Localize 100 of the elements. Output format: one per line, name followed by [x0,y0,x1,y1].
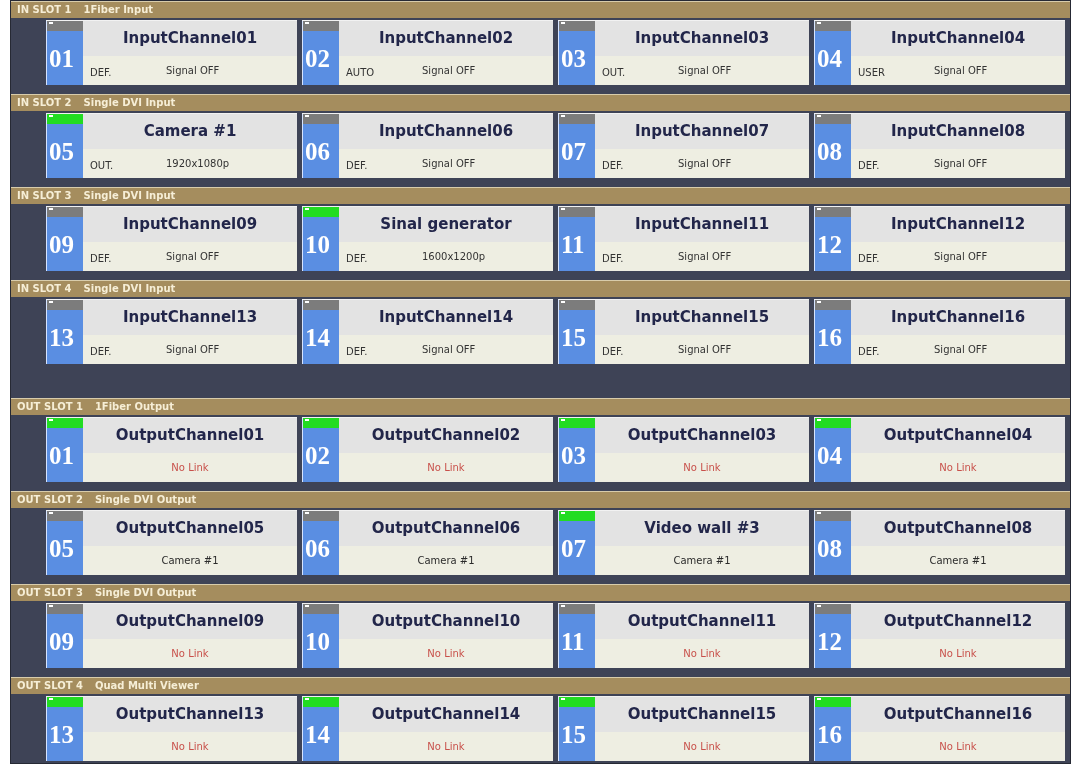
channel-card[interactable]: 04 InputChannel04 USER Signal OFF [814,20,1065,85]
channel-card[interactable]: 05 Camera #1 OUT. 1920x1080p [46,113,297,178]
channel-name: OutputChannel08 [883,521,1033,536]
channel-card[interactable]: 03 InputChannel03 OUT. Signal OFF [558,20,809,85]
channel-name: InputChannel09 [122,217,258,232]
channel-name: InputChannel03 [634,31,770,46]
channel-name: OutputChannel02 [371,428,521,443]
channel-card[interactable]: 02 InputChannel02 AUTO Signal OFF [302,20,553,85]
slot-module: Single DVI Output [94,495,197,505]
channel-number: 05 [49,535,74,561]
channel-card[interactable]: 12 OutputChannel12 No Link [814,603,1065,668]
channel-name: InputChannel06 [378,124,514,139]
slot-label: IN SLOT 2 [17,98,72,108]
channel-number: 07 [561,138,586,164]
channel-name: Sinal generator [380,217,512,232]
channel-mode: DEF. [346,159,368,171]
channel-number: 15 [561,324,586,350]
channel-number: 02 [305,442,330,468]
channel-mode: DEF. [90,345,112,357]
slot-label: IN SLOT 4 [17,284,72,294]
channel-status: No Link [427,741,465,752]
channel-card[interactable]: 02 OutputChannel02 No Link [302,417,553,482]
channel-card[interactable]: 01 InputChannel01 DEF. Signal OFF [46,20,297,85]
channel-mode: DEF. [602,252,624,264]
channel-number: 03 [561,45,586,71]
channel-card[interactable]: 15 InputChannel15 DEF. Signal OFF [558,299,809,364]
channel-card[interactable]: 07 InputChannel07 DEF. Signal OFF [558,113,809,178]
channel-number: 13 [49,324,74,350]
channel-number: 12 [817,628,842,654]
channel-number: 14 [305,324,330,350]
channel-name: OutputChannel12 [883,614,1033,629]
channel-number: 15 [561,721,586,747]
channel-card[interactable]: 01 OutputChannel01 No Link [46,417,297,482]
channel-number: 04 [817,442,842,468]
channel-number: 06 [305,535,330,561]
channel-name: OutputChannel15 [627,707,777,722]
channel-card[interactable]: 06 InputChannel06 DEF. Signal OFF [302,113,553,178]
channel-status: Signal OFF [934,251,988,262]
channel-number: 14 [305,721,330,747]
channel-card[interactable]: 09 OutputChannel09 No Link [46,603,297,668]
channel-name: OutputChannel09 [115,614,265,629]
channel-name: InputChannel01 [122,31,258,46]
channel-status: Camera #1 [929,555,987,566]
channel-number: 16 [817,721,842,747]
slot-module: 1Fiber Output [94,402,174,412]
channel-name: InputChannel07 [634,124,770,139]
channel-status: Signal OFF [934,344,988,355]
channel-card[interactable]: 16 OutputChannel16 No Link [814,696,1065,761]
channel-mode: AUTO [346,66,375,78]
channel-card[interactable]: 15 OutputChannel15 No Link [558,696,809,761]
channel-number: 09 [49,231,74,257]
channel-status: Signal OFF [678,158,732,169]
channel-card[interactable]: 04 OutputChannel04 No Link [814,417,1065,482]
channel-name: InputChannel15 [634,310,770,325]
channel-status: No Link [939,462,977,473]
channel-status: No Link [427,648,465,659]
channel-card[interactable]: 16 InputChannel16 DEF. Signal OFF [814,299,1065,364]
channel-card[interactable]: 13 OutputChannel13 No Link [46,696,297,761]
channel-number: 08 [817,138,842,164]
channel-card[interactable]: 12 InputChannel12 DEF. Signal OFF [814,206,1065,271]
channel-name: OutputChannel06 [371,521,521,536]
channel-card[interactable]: 10 Sinal generator DEF. 1600x1200p [302,206,553,271]
channel-number: 11 [561,628,585,654]
channel-card[interactable]: 07 Video wall #3 Camera #1 [558,510,809,575]
channel-status: Signal OFF [934,158,988,169]
channel-name: OutputChannel03 [627,428,777,443]
channel-mode: DEF. [858,345,880,357]
channel-status: Signal OFF [678,65,732,76]
channel-card[interactable]: 09 InputChannel09 DEF. Signal OFF [46,206,297,271]
channel-number: 13 [49,721,74,747]
channel-status: 1920x1080p [166,158,230,169]
channel-card[interactable]: 10 OutputChannel10 No Link [302,603,553,668]
channel-card[interactable]: 11 OutputChannel11 No Link [558,603,809,668]
channel-name: OutputChannel04 [883,428,1033,443]
channel-number: 01 [49,45,74,71]
channel-status: No Link [427,462,465,473]
channel-card[interactable]: 06 OutputChannel06 Camera #1 [302,510,553,575]
channel-name: InputChannel11 [634,217,770,232]
channel-name: InputChannel04 [890,31,1026,46]
channel-status: Camera #1 [161,555,219,566]
channel-status: Signal OFF [422,158,476,169]
channel-number: 01 [49,442,74,468]
channel-status: Camera #1 [417,555,475,566]
channel-card[interactable]: 14 OutputChannel14 No Link [302,696,553,761]
channel-card[interactable]: 14 InputChannel14 DEF. Signal OFF [302,299,553,364]
channel-card[interactable]: 08 InputChannel08 DEF. Signal OFF [814,113,1065,178]
channel-mode: DEF. [90,252,112,264]
channel-name: OutputChannel14 [371,707,521,722]
channel-card[interactable]: 03 OutputChannel03 No Link [558,417,809,482]
channel-name: OutputChannel05 [115,521,265,536]
channel-status: Signal OFF [934,65,988,76]
channel-mode: OUT. [602,66,626,78]
channel-status: Signal OFF [166,251,220,262]
channel-card[interactable]: 13 InputChannel13 DEF. Signal OFF [46,299,297,364]
channel-status: Camera #1 [673,555,731,566]
channel-card[interactable]: 08 OutputChannel08 Camera #1 [814,510,1065,575]
channel-card[interactable]: 05 OutputChannel05 Camera #1 [46,510,297,575]
channel-card[interactable]: 11 InputChannel11 DEF. Signal OFF [558,206,809,271]
channel-number: 09 [49,628,74,654]
channel-name: OutputChannel10 [371,614,521,629]
